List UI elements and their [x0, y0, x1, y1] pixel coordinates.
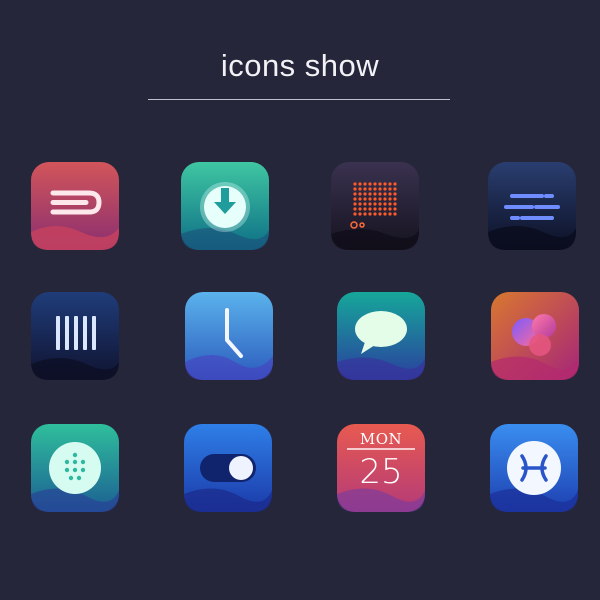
exit-icon[interactable] — [31, 162, 119, 250]
toggle-switch-icon[interactable] — [184, 424, 272, 512]
clock-icon[interactable] — [185, 292, 273, 380]
menu-lines-icon[interactable] — [488, 162, 576, 250]
dialpad-icon[interactable] — [31, 424, 119, 512]
calendar-icon[interactable]: MON 25 — [337, 424, 425, 512]
equalizer-bars-icon[interactable] — [31, 292, 119, 380]
led-display-icon[interactable] — [331, 162, 419, 250]
calendar-day: 25 — [359, 452, 403, 492]
calendar-month: MON — [359, 430, 403, 448]
pisces-icon[interactable] — [490, 424, 578, 512]
color-circles-icon[interactable] — [491, 292, 579, 380]
icon-grid: MON 25 — [0, 0, 600, 600]
download-icon[interactable] — [181, 162, 269, 250]
message-bubble-icon[interactable] — [337, 292, 425, 380]
